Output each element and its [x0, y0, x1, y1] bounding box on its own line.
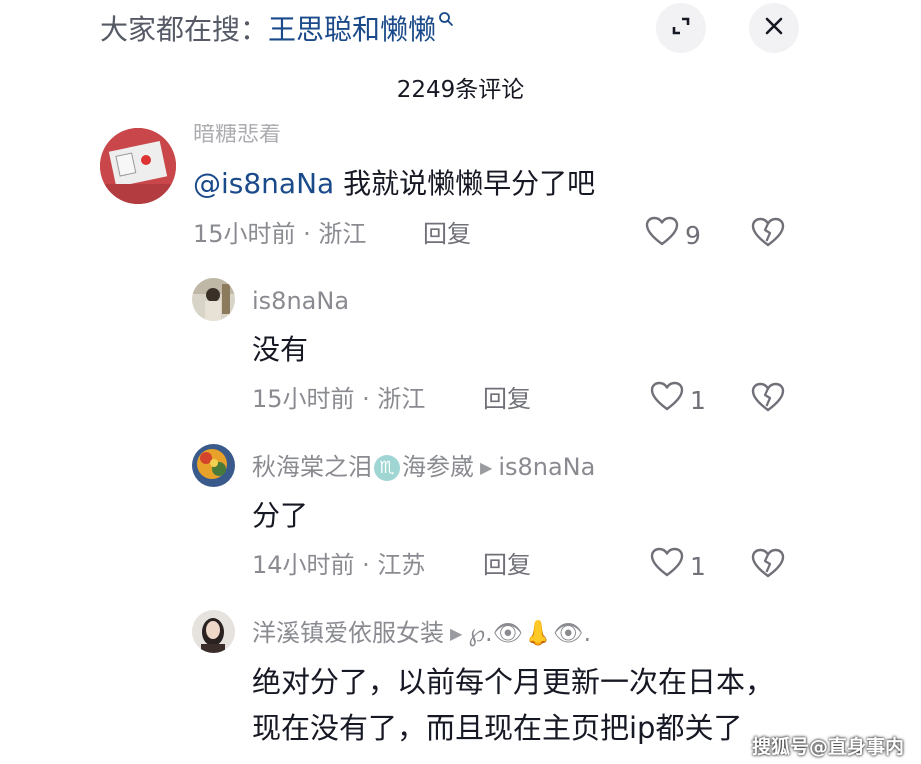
broken-heart-icon: [751, 382, 785, 416]
comment-text: @is8naNa 我就说懒懒早分了吧: [193, 164, 595, 204]
reply-item: is8naNa 没有 15小时前 · 浙江 回复 1: [0, 270, 921, 430]
like-button[interactable]: 1: [650, 547, 706, 586]
search-icon: [438, 0, 454, 26]
mention-link[interactable]: @is8naNa: [193, 167, 334, 200]
avatar[interactable]: [192, 444, 235, 487]
expand-icon: [669, 14, 693, 42]
reply-text-line-1: 绝对分了，以前每个月更新一次在日本，: [252, 665, 775, 699]
like-count: 1: [690, 385, 706, 415]
reply-author-line: 洋溪镇爱依服女装 ▶ ℘.👁👃👁.: [252, 616, 591, 653]
reply-meta: 15小时前 · 浙江: [252, 385, 426, 413]
like-button[interactable]: 9: [645, 216, 701, 255]
reply-meta: 14小时前 · 江苏: [252, 551, 426, 579]
comment-author[interactable]: 暗糖悲着: [193, 124, 281, 146]
avatar[interactable]: [100, 128, 176, 204]
like-count: 1: [690, 551, 706, 581]
heart-icon: [650, 547, 684, 586]
reply-author[interactable]: 洋溪镇爱依服女装: [252, 619, 444, 647]
reply-text: 没有: [252, 333, 309, 366]
reply-to-user[interactable]: ℘.👁👃👁.: [468, 619, 591, 647]
reply-text: 分了: [252, 499, 309, 532]
zodiac-badge-icon: ♏: [374, 455, 400, 481]
search-suggestion-term[interactable]: 王思聪和懒懒: [268, 13, 436, 46]
reply-author-line: 秋海棠之泪 ♏ 海参崴 ▶ is8naNa: [252, 450, 595, 487]
dislike-button[interactable]: [751, 217, 785, 251]
reply-to-user[interactable]: is8naNa: [498, 453, 595, 481]
close-icon: [763, 15, 785, 41]
comment-count: 2249条评论: [396, 77, 525, 103]
comment-item: 暗糖悲着 @is8naNa 我就说懒懒早分了吧 15小时前 · 浙江 回复 9: [0, 120, 921, 260]
dislike-button[interactable]: [751, 382, 785, 416]
reply-arrow-icon: ▶: [450, 624, 463, 643]
avatar[interactable]: [192, 610, 235, 653]
expand-button[interactable]: [656, 3, 706, 53]
comment-text-content: 我就说懒懒早分了吧: [334, 167, 596, 200]
reply-button[interactable]: 回复: [483, 548, 531, 582]
dislike-button[interactable]: [751, 548, 785, 582]
search-suggestion[interactable]: 大家都在搜：王思聪和懒懒: [100, 8, 454, 52]
reply-button[interactable]: 回复: [423, 217, 471, 251]
broken-heart-icon: [751, 548, 785, 582]
comments-header: 大家都在搜：王思聪和懒懒 2249条评论: [0, 0, 921, 120]
heart-icon: [645, 216, 679, 255]
heart-icon: [650, 381, 684, 420]
close-button[interactable]: [749, 3, 799, 53]
reply-author[interactable]: 秋海棠之泪: [252, 453, 372, 481]
reply-author[interactable]: is8naNa: [252, 284, 349, 318]
reply-item: 秋海棠之泪 ♏ 海参崴 ▶ is8naNa 分了 14小时前 · 江苏 回复 1: [0, 436, 921, 596]
reply-author-suffix[interactable]: 海参崴: [402, 453, 474, 481]
reply-button[interactable]: 回复: [483, 382, 531, 416]
watermark: 搜狐号@直身事内: [752, 736, 905, 758]
broken-heart-icon: [751, 217, 785, 251]
comment-meta: 15小时前 · 浙江: [193, 220, 367, 248]
reply-text-line-2: 现在没有了，而且现在主页把ip都关了: [252, 711, 743, 745]
avatar[interactable]: [192, 278, 235, 321]
like-button[interactable]: 1: [650, 381, 706, 420]
reply-arrow-icon: ▶: [480, 458, 493, 477]
search-suggestion-prefix: 大家都在搜：: [100, 13, 269, 46]
like-count: 9: [685, 220, 701, 250]
